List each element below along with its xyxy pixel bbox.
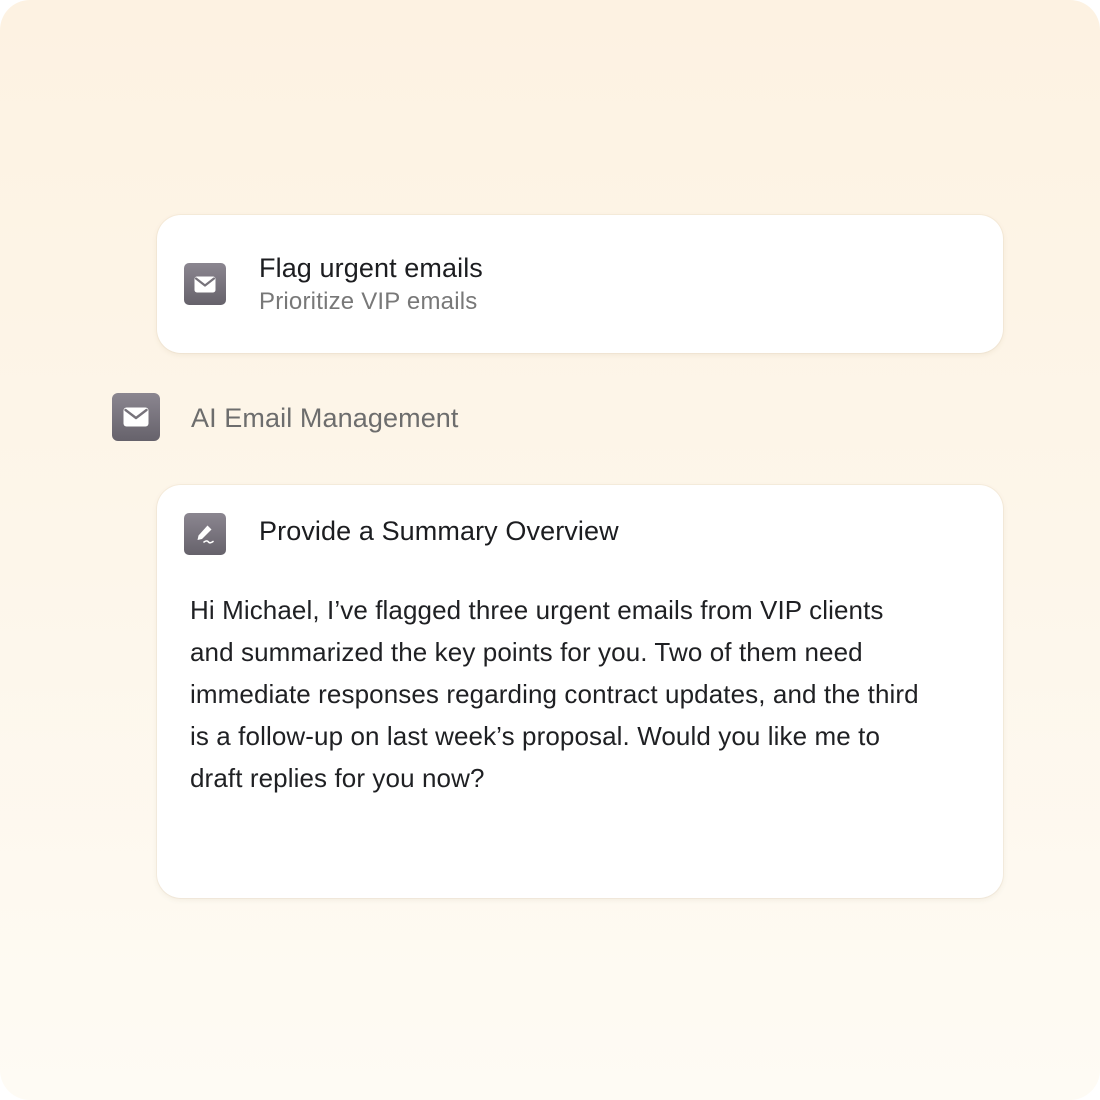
mail-icon <box>112 393 160 441</box>
pen-signature-icon <box>184 513 226 555</box>
mail-icon <box>184 263 226 305</box>
flag-card-subtitle: Prioritize VIP emails <box>259 288 478 315</box>
background-canvas: Flag urgent emails Prioritize VIP emails… <box>0 0 1100 1100</box>
section-label: AI Email Management <box>191 403 459 433</box>
summary-overview-card[interactable]: Provide a Summary Overview Hi Michael, I… <box>157 485 1003 898</box>
flag-urgent-emails-card[interactable]: Flag urgent emails Prioritize VIP emails <box>157 215 1003 353</box>
summary-message-text: Hi Michael, I’ve flagged three urgent em… <box>190 595 919 793</box>
summary-card-title: Provide a Summary Overview <box>259 516 619 546</box>
flag-card-title: Flag urgent emails <box>259 253 483 283</box>
